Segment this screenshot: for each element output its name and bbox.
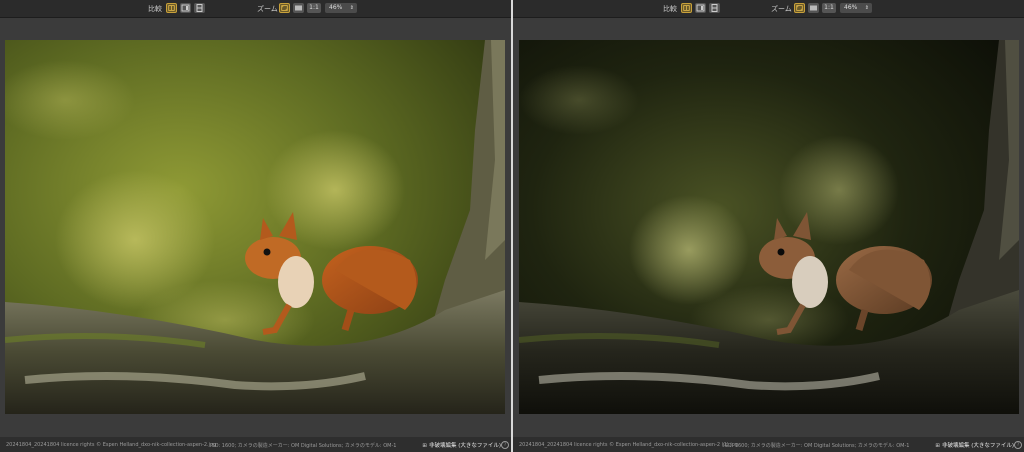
stepper-icon: ⇕: [349, 5, 354, 11]
status-bar: 20241804_20241804 licence rights © Espen…: [0, 437, 511, 452]
zoom-level-value: 46%: [329, 4, 343, 11]
compare-split-button[interactable]: [681, 3, 692, 13]
pane-toolbar: 比較 ズーム 1:1 46% ⇕: [513, 0, 1024, 18]
raw-file-icon: ⊞: [422, 443, 427, 449]
fit-icon: [281, 5, 288, 11]
compare-side-by-side-button[interactable]: [180, 3, 191, 13]
file-name: 20241804_20241804 licence rights © Espen…: [519, 442, 739, 448]
compare-pane-before: 比較 ズーム 1:1 46% ⇕ 20241804_20241804 licen…: [0, 0, 511, 452]
zoom-level-value: 46%: [844, 4, 858, 11]
zoom-label: ズーム: [257, 5, 278, 13]
exif-metadata: ISO: 1600; カメラの製造メーカー: OM Digital Soluti…: [210, 443, 397, 449]
compare-stacked-button[interactable]: [709, 3, 720, 13]
fit-icon: [796, 5, 803, 11]
pane-gap: [0, 18, 511, 40]
status-bar: 20241804_20241804 licence rights © Espen…: [513, 437, 1024, 452]
side-by-side-icon: [696, 4, 705, 12]
split-view-icon: [168, 5, 175, 11]
compare-side-by-side-button[interactable]: [695, 3, 706, 13]
raw-file-icon: ⊞: [935, 443, 940, 449]
edit-mode-indicator[interactable]: ⊞ 非破壊編集 (大きなファイル): [935, 441, 1014, 449]
stepper-icon: ⇕: [864, 5, 869, 11]
edit-mode-label: 非破壊編集 (大きなファイル): [428, 443, 501, 449]
zoom-fill-button[interactable]: [808, 3, 819, 13]
stacked-view-icon: [196, 4, 203, 12]
zoom-label: ズーム: [771, 5, 792, 13]
stacked-view-icon: [711, 4, 718, 12]
help-icon[interactable]: ?: [501, 441, 509, 449]
compare-label: 比較: [663, 5, 677, 13]
exif-metadata: ISO: 1600; カメラの製造メーカー: OM Digital Soluti…: [723, 443, 910, 449]
split-view-icon: [683, 5, 690, 11]
pane-gap: [513, 18, 1024, 40]
side-by-side-icon: [181, 4, 190, 12]
fill-icon: [810, 5, 817, 11]
compare-stacked-button[interactable]: [194, 3, 205, 13]
compare-pane-after: 比較 ズーム 1:1 46% ⇕ 20241804_20241804 licen…: [513, 0, 1024, 452]
zoom-1to1-button[interactable]: 1:1: [307, 3, 321, 13]
fill-icon: [295, 5, 302, 11]
compare-label: 比較: [148, 5, 162, 13]
edit-mode-indicator[interactable]: ⊞ 非破壊編集 (大きなファイル): [422, 441, 501, 449]
zoom-1to1-button[interactable]: 1:1: [822, 3, 836, 13]
compare-split-button[interactable]: [166, 3, 177, 13]
pane-toolbar: 比較 ズーム 1:1 46% ⇕: [0, 0, 511, 18]
edit-mode-label: 非破壊編集 (大きなファイル): [941, 443, 1014, 449]
photo-after: [519, 40, 1019, 414]
zoom-level-select[interactable]: 46% ⇕: [325, 3, 357, 13]
zoom-fit-button[interactable]: [279, 3, 290, 13]
file-name: 20241804_20241804 licence rights © Espen…: [6, 442, 217, 448]
help-icon[interactable]: ?: [1014, 441, 1022, 449]
photo-before: [5, 40, 505, 414]
zoom-level-select[interactable]: 46% ⇕: [840, 3, 872, 13]
zoom-fill-button[interactable]: [293, 3, 304, 13]
zoom-fit-button[interactable]: [794, 3, 805, 13]
